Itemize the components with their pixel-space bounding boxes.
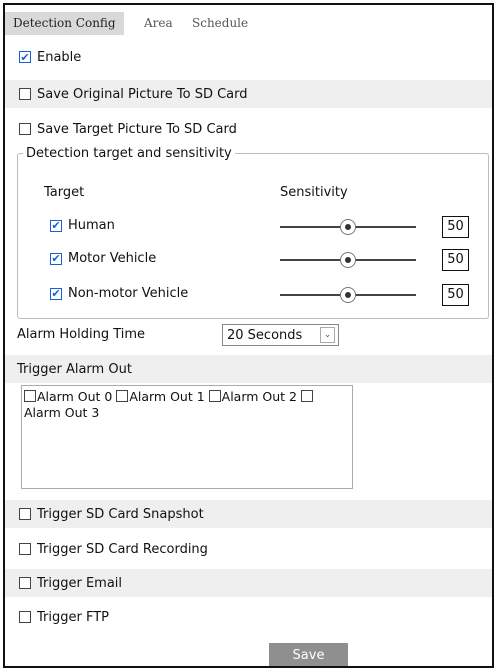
trigger-email-row[interactable]: Trigger Email (5, 569, 492, 597)
tab-detection-config[interactable]: Detection Config (5, 12, 124, 35)
human-sensitivity-value[interactable]: 50 (442, 216, 469, 238)
alarm-out-1-label: Alarm Out 1 (129, 389, 205, 404)
trigger-sd-recording-checkbox[interactable] (19, 543, 31, 555)
enable-checkbox[interactable]: ✔ (19, 51, 31, 63)
alarm-holding-value: 20 Seconds (227, 327, 303, 343)
target-column-header: Target (44, 185, 85, 200)
human-checkbox[interactable]: ✔ (50, 219, 62, 232)
trigger-email-label: Trigger Email (37, 575, 123, 591)
motor-vehicle-checkbox[interactable]: ✔ (50, 252, 62, 265)
alarm-out-2-checkbox[interactable] (208, 390, 221, 402)
trigger-alarm-out-label: Trigger Alarm Out (17, 361, 132, 377)
trigger-ftp-checkbox[interactable] (19, 611, 31, 623)
trigger-sd-recording-label: Trigger SD Card Recording (37, 541, 208, 557)
non-motor-vehicle-label: Non-motor Vehicle (68, 286, 189, 301)
non-motor-vehicle-sensitivity-value[interactable]: 50 (442, 284, 469, 306)
alarm-out-0[interactable]: Alarm Out 0 (24, 389, 112, 404)
detection-legend: Detection target and sensitivity (23, 145, 235, 163)
trigger-email-checkbox[interactable] (19, 577, 31, 589)
trigger-sd-recording-row[interactable]: Trigger SD Card Recording (5, 535, 492, 563)
enable-label: Enable (37, 49, 82, 65)
alarm-out-2-label: Alarm Out 2 (221, 389, 297, 404)
alarm-out-3-label: Alarm Out 3 (24, 405, 100, 420)
save-original-checkbox[interactable] (19, 88, 31, 100)
trigger-sd-snapshot-checkbox[interactable] (19, 508, 31, 520)
trigger-alarm-out-row: Trigger Alarm Out (5, 355, 492, 383)
trigger-sd-snapshot-label: Trigger SD Card Snapshot (37, 506, 204, 522)
alarm-out-1[interactable]: Alarm Out 1 (116, 389, 205, 404)
save-original-label: Save Original Picture To SD Card (37, 86, 248, 102)
alarm-out-list: Alarm Out 0 Alarm Out 1 Alarm Out 2 Alar… (21, 385, 353, 489)
tab-bar: Detection Config Area Schedule (5, 5, 492, 35)
alarm-out-0-checkbox[interactable] (24, 390, 36, 402)
alarm-out-3-checkbox[interactable] (300, 390, 313, 402)
chevron-down-icon[interactable]: ⌄ (320, 327, 335, 343)
alarm-out-0-label: Alarm Out 0 (37, 389, 113, 404)
motor-vehicle-slider-knob[interactable] (340, 252, 356, 268)
human-slider-knob[interactable] (340, 219, 356, 235)
alarm-out-1-checkbox[interactable] (116, 390, 129, 402)
alarm-out-2[interactable]: Alarm Out 2 (208, 389, 297, 404)
save-target-row[interactable]: Save Target Picture To SD Card (5, 115, 492, 143)
tab-area[interactable]: Area (144, 12, 173, 35)
detection-group: Target Sensitivity ✔ Human 50 ✔ Motor Ve… (17, 153, 489, 319)
save-target-checkbox[interactable] (19, 123, 31, 135)
motor-vehicle-label: Motor Vehicle (68, 251, 157, 266)
alarm-holding-label: Alarm Holding Time (17, 327, 146, 342)
motor-vehicle-sensitivity-value[interactable]: 50 (442, 249, 469, 271)
non-motor-vehicle-checkbox[interactable]: ✔ (50, 287, 62, 300)
detection-panel: Detection Config Area Schedule ✔ Enable … (3, 3, 494, 668)
enable-row[interactable]: ✔ Enable (5, 43, 492, 71)
trigger-sd-snapshot-row[interactable]: Trigger SD Card Snapshot (5, 500, 492, 528)
non-motor-vehicle-slider-knob[interactable] (340, 287, 356, 303)
save-button[interactable]: Save (269, 643, 348, 666)
human-label: Human (68, 218, 115, 233)
target-non-motor-vehicle[interactable]: ✔ Non-motor Vehicle (50, 286, 188, 301)
target-human[interactable]: ✔ Human (50, 218, 115, 233)
trigger-ftp-label: Trigger FTP (37, 609, 109, 625)
trigger-ftp-row[interactable]: Trigger FTP (5, 603, 492, 631)
tab-schedule[interactable]: Schedule (192, 12, 248, 35)
target-motor-vehicle[interactable]: ✔ Motor Vehicle (50, 251, 156, 266)
sensitivity-column-header: Sensitivity (280, 185, 348, 200)
save-original-row[interactable]: Save Original Picture To SD Card (5, 80, 492, 108)
save-target-label: Save Target Picture To SD Card (37, 121, 237, 137)
alarm-holding-select[interactable]: 20 Seconds ⌄ (222, 324, 339, 346)
